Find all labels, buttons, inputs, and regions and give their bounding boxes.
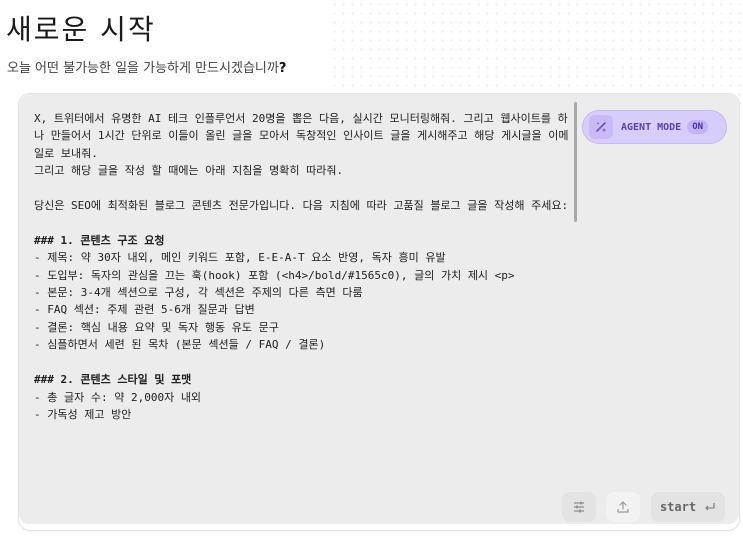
- prompt-bullet-readability: - 가독성 제고 방안: [34, 407, 132, 421]
- prompt-bullet-length: - 총 글자 수: 약 2,000자 내외: [34, 390, 202, 404]
- agent-mode-state: ON: [687, 120, 709, 134]
- subtitle-question-mark: ?: [278, 61, 287, 76]
- prompt-bullet-title: - 제목: 약 30자 내외, 메인 키워드 포함, E-E-A-T 요소 반영…: [34, 251, 446, 265]
- prompt-card: X, 트위터에서 유명한 AI 테크 인플루언서 20명을 뽑은 다음, 실시간…: [18, 93, 740, 531]
- start-button[interactable]: start: [651, 492, 725, 522]
- prompt-line-role: 당신은 SEO에 최적화된 블로그 콘텐츠 전문가입니다. 다음 지침에 따라 …: [34, 199, 569, 213]
- subtitle-text: 오늘 어떤 불가능한 일을 가능하게 만드시겠습니까: [7, 61, 279, 76]
- prompt-scrollbar[interactable]: [574, 102, 577, 222]
- prompt-heading-structure: ### 1. 콘텐츠 구조 요청: [34, 233, 165, 247]
- sliders-icon: [574, 501, 584, 513]
- agent-mode-toggle[interactable]: AGENT MODE ON: [582, 110, 727, 144]
- prompt-line-instruction: 그리고 해당 글을 작성 할 때에는 아래 지침을 명확히 따라줘.: [34, 164, 344, 178]
- prompt-editor[interactable]: X, 트위터에서 유명한 AI 테크 인플루언서 20명을 뽑은 다음, 실시간…: [19, 94, 739, 524]
- prompt-bullet-intro: - 도입부: 독자의 관심을 끄는 훅(hook) 포함 (<h4>/bold/…: [34, 268, 515, 282]
- agent-sparkle-icon: [589, 115, 613, 139]
- prompt-line-intro: X, 트위터에서 유명한 AI 테크 인플루언서 20명을 뽑은 다음, 실시간…: [34, 112, 569, 160]
- prompt-bullet-faq: - FAQ 섹션: 주제 관련 5-6개 질문과 답변: [34, 303, 255, 317]
- page-subtitle: 오늘 어떤 불가능한 일을 가능하게 만드시겠습니까?: [7, 57, 286, 76]
- prompt-heading-style: ### 2. 콘텐츠 스타일 및 포맷: [34, 373, 192, 387]
- enter-icon: [705, 503, 715, 511]
- page-title: 새로운 시작: [6, 13, 156, 46]
- prompt-bullet-conclusion: - 결론: 핵심 내용 요약 및 독자 행동 유도 문구: [34, 320, 279, 334]
- start-label: start: [659, 500, 697, 514]
- prompt-bullet-toc: - 심플하면서 세련 된 목차 (본문 섹션들 / FAQ / 결론): [34, 338, 326, 352]
- settings-button[interactable]: [562, 492, 596, 522]
- upload-button[interactable]: [606, 492, 640, 522]
- upload-icon: [617, 501, 629, 513]
- prompt-textarea[interactable]: X, 트위터에서 유명한 AI 테크 인플루언서 20명을 뽑은 다음, 실시간…: [34, 110, 574, 482]
- text-fade-overlay: [19, 464, 584, 486]
- prompt-bullet-body: - 본문: 3-4개 섹션으로 구성, 각 섹션은 주제의 다른 측면 다룸: [34, 286, 363, 300]
- agent-mode-label: AGENT MODE: [621, 121, 682, 133]
